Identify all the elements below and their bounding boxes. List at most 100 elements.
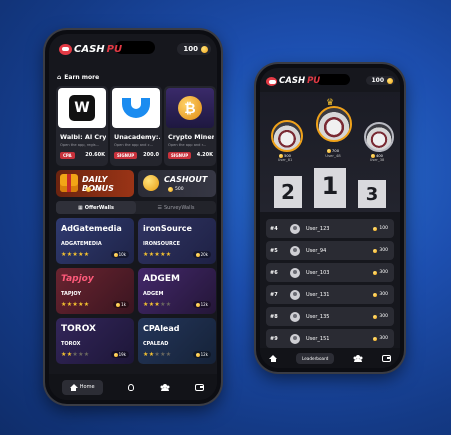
wall-reward: 12k [192, 351, 211, 358]
top-user-2: 500 User_81 [277, 154, 293, 162]
cashout-button[interactable]: CASHOUT 500 [138, 170, 216, 197]
bottom-nav: Home [49, 374, 217, 400]
tab-surveywalls[interactable]: ☰ SurveyWalls [136, 201, 216, 214]
logo-mask-icon [266, 76, 277, 86]
coin-icon [373, 226, 378, 231]
coin-icon [113, 352, 118, 357]
row-rank: #6 [270, 269, 278, 276]
coin-icon [195, 252, 200, 257]
user-avatar-icon [290, 289, 300, 300]
wall-reward: 1k [113, 301, 129, 308]
nav-home[interactable] [269, 354, 278, 362]
coin-stack-icon [143, 175, 159, 191]
row-points: 100 [373, 226, 394, 231]
nav-wallet[interactable] [195, 383, 205, 391]
nav-leaderboard[interactable] [160, 384, 170, 391]
row-points: 300 [373, 248, 394, 253]
logo-text-cash: CASH [279, 76, 306, 86]
wall-brand: Tapjoy [61, 274, 94, 284]
home-icon [269, 354, 278, 362]
gift-icon [60, 174, 78, 192]
wall-stars: ★★★★★ [143, 301, 171, 308]
leaderboard-hero: ♛ 500 User_81 700 User_48 400 User_38 2 … [260, 92, 400, 212]
offer-card-walbi[interactable]: W Walbi: AI Cry... Open the app, regis..… [56, 86, 108, 166]
offer-card-crypto-miner[interactable]: ₿ Crypto Miner ... Open the app and r...… [164, 86, 216, 166]
row-rank: #8 [270, 313, 278, 320]
wall-reward: 19k [110, 351, 129, 358]
offer-card-unacademy[interactable]: Unacademy:... Open the app and c... SIGN… [110, 86, 162, 166]
nav-home-label: Home [79, 384, 95, 390]
offer-tag: SIGNUP [114, 152, 138, 159]
cashout-label: CASHOUT [164, 175, 208, 184]
leaderboard-row[interactable]: #4 User_123 100 [266, 219, 394, 238]
wall-card-adgem[interactable]: ADGEM ADGEM ★★★★★ 12k [138, 268, 216, 314]
row-points: 300 [373, 292, 394, 297]
bag-icon [128, 383, 135, 391]
user-avatar-icon [290, 245, 300, 256]
nav-wallet[interactable] [381, 354, 391, 362]
row-rank: #5 [270, 247, 278, 254]
star-icon: ★ [165, 301, 172, 308]
daily-bonus-button[interactable]: DAILY BONUS 100 [56, 170, 134, 197]
wall-card-tapjoy[interactable]: Tapjoy TAPJOY ★★★★★ 1k [56, 268, 134, 314]
coin-icon [373, 248, 378, 253]
leaderboard-row[interactable]: #7 User_131 300 [266, 285, 394, 304]
podium-1: 1 [314, 168, 346, 208]
row-points: 300 [373, 314, 394, 319]
row-username: User_131 [306, 291, 330, 298]
tab-offerwalls[interactable]: ▦ OfferWalls [56, 201, 136, 214]
offer-desc: Open the app and c... [114, 143, 153, 147]
coin-icon [326, 148, 331, 153]
coin-icon [113, 252, 118, 257]
offer-amount: 4.20K [196, 152, 213, 158]
coin-icon [195, 302, 200, 307]
logo-text-pu: PU [106, 43, 123, 55]
offer-amount: 200.0 [143, 152, 159, 158]
left-phone: CASHPU 100 ⌂ Earn more W Walbi: AI Cry..… [45, 30, 221, 404]
walbi-logo: W [58, 88, 106, 128]
nav-home[interactable]: Home [61, 379, 103, 395]
wall-card-torox[interactable]: TOROX TOROX ★★★★★ 19k [56, 318, 134, 364]
row-points: 300 [373, 270, 394, 275]
leaderboard-row[interactable]: #5 User_94 300 [266, 241, 394, 260]
offer-amount: 20.60K [85, 152, 105, 158]
wall-brand: AdGatemedia [61, 224, 122, 233]
leaderboard-row[interactable]: #8 User_135 300 [266, 307, 394, 326]
row-username: User_103 [306, 269, 330, 276]
wall-card-ironsource[interactable]: ironSource IRONSOURCE ★★★★★ 20k [138, 218, 216, 264]
avatar-rank-1 [316, 106, 352, 142]
offer-tag: SIGNUP [168, 152, 192, 159]
podium-2: 2 [274, 176, 302, 208]
star-icon: ★ [83, 351, 90, 358]
coin-icon [373, 314, 378, 319]
row-rank: #4 [270, 225, 278, 232]
top-user-1: 700 User_48 [325, 148, 341, 158]
podium-3: 3 [358, 180, 386, 208]
right-phone: CASH PU 100 ♛ 500 User_81 700 User_48 400… [256, 64, 404, 372]
earn-more-heading: ⌂ Earn more [57, 74, 100, 81]
coin-icon [86, 187, 91, 192]
balance-value: 100 [183, 45, 198, 53]
users-icon [160, 384, 170, 391]
wall-tabs: ▦ OfferWalls ☰ SurveyWalls [56, 201, 216, 214]
wall-card-adgatemedia[interactable]: AdGatemedia ADGATEMEDIA ★★★★★ 10k [56, 218, 134, 264]
balance-badge[interactable]: 100 [366, 76, 395, 85]
row-username: User_135 [306, 313, 330, 320]
coin-icon [373, 336, 378, 341]
wall-stars: ★★★★★ [61, 301, 89, 308]
wall-stars: ★★★★★ [143, 351, 171, 358]
wall-card-cpalead[interactable]: CPAlead CPALEAD ★★★★★ 12k [138, 318, 216, 364]
nav-shop[interactable] [128, 383, 135, 391]
nav-leaderboard[interactable]: Leaderboard [295, 352, 335, 364]
grid-icon: ▦ [77, 204, 83, 211]
user-avatar-icon [290, 223, 300, 234]
balance-badge[interactable]: 100 [177, 43, 211, 55]
row-username: User_151 [306, 335, 330, 342]
user-avatar-icon [290, 267, 300, 278]
wall-name: TAPJOY [61, 291, 82, 297]
leaderboard-row[interactable]: #6 User_103 300 [266, 263, 394, 282]
leaderboard-row[interactable]: #9 User_151 300 [266, 329, 394, 348]
wallet-icon [381, 354, 391, 362]
nav-users[interactable] [353, 355, 363, 362]
bottom-nav: Leaderboard [260, 348, 400, 368]
